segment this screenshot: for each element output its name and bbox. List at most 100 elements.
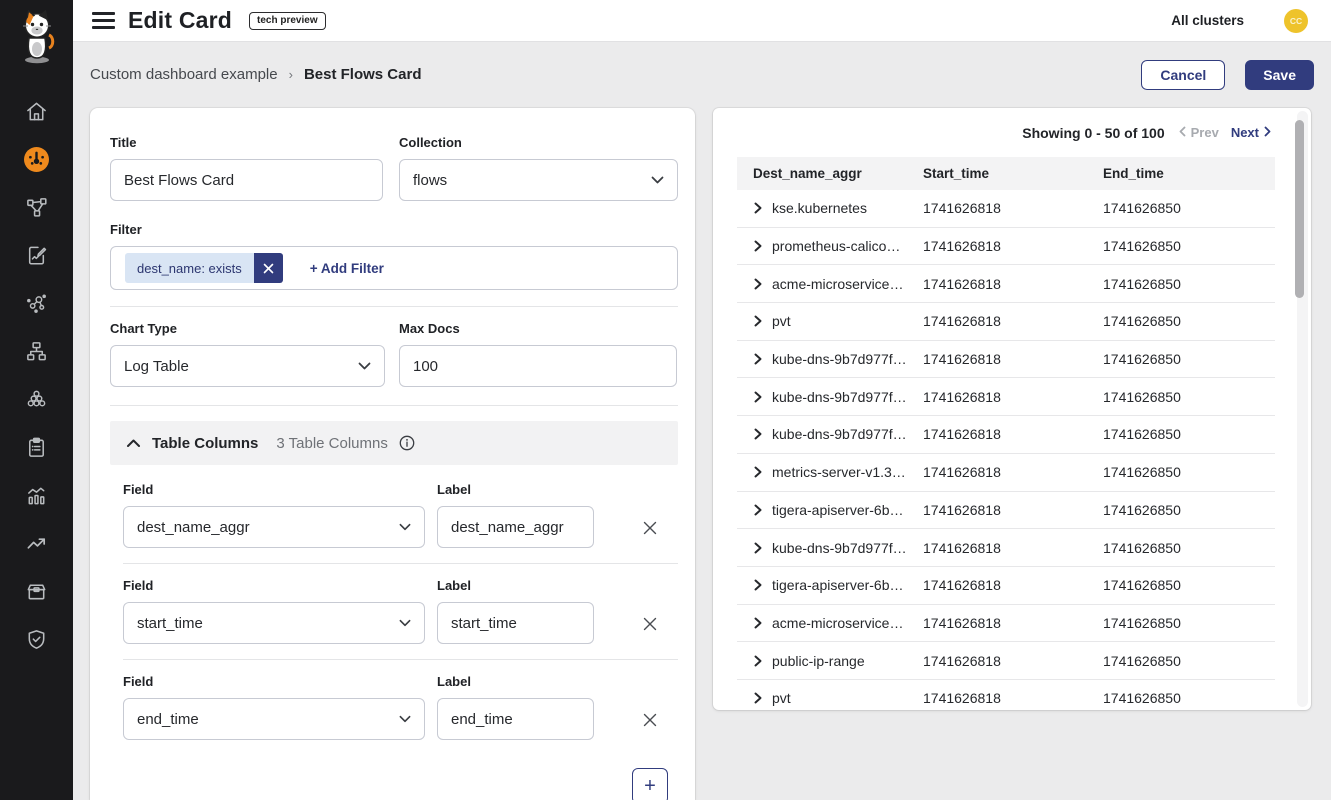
table-columns-section-header[interactable]: Table Columns 3 Table Columns	[110, 421, 678, 465]
start-time-cell: 1741626818	[923, 389, 1095, 405]
add-column-button[interactable]: +	[632, 768, 668, 800]
start-time-cell: 1741626818	[923, 653, 1095, 669]
sidebar-item-security[interactable]	[0, 615, 73, 663]
end-time-cell: 1741626850	[1095, 276, 1275, 292]
service-graph-icon	[25, 196, 48, 219]
cancel-button[interactable]: Cancel	[1141, 60, 1225, 90]
field-select[interactable]: dest_name_aggr	[123, 506, 425, 548]
avatar[interactable]: CC	[1284, 9, 1308, 33]
expand-chevron-right-icon[interactable]	[754, 655, 762, 667]
end-time-cell: 1741626850	[1095, 615, 1275, 631]
field-label: Field	[123, 578, 425, 593]
table-row[interactable]: kube-dns-9b7d977f… 1741626818 1741626850	[737, 416, 1275, 454]
sidebar-item-sitemap[interactable]	[0, 327, 73, 375]
max-docs-input[interactable]	[399, 345, 677, 387]
dest-name-cell: kube-dns-9b7d977f…	[772, 389, 907, 405]
policy-edit-icon	[25, 244, 48, 267]
sidebar-item-dashboards[interactable]	[0, 135, 73, 183]
table-row[interactable]: acme-microservice… 1741626818 1741626850	[737, 605, 1275, 643]
table-row[interactable]: acme-microservice… 1741626818 1741626850	[737, 265, 1275, 303]
expand-chevron-right-icon[interactable]	[754, 542, 762, 554]
shield-check-icon	[25, 628, 48, 651]
expand-chevron-right-icon[interactable]	[754, 692, 762, 704]
expand-chevron-right-icon[interactable]	[754, 202, 762, 214]
expand-chevron-right-icon[interactable]	[754, 315, 762, 327]
expand-chevron-right-icon[interactable]	[754, 428, 762, 440]
expand-chevron-right-icon[interactable]	[754, 579, 762, 591]
sidebar-item-flow-graph[interactable]	[0, 279, 73, 327]
remove-column-button[interactable]	[642, 520, 658, 536]
scrollbar-thumb[interactable]	[1295, 120, 1304, 298]
chart-type-select[interactable]: Log Table	[110, 345, 385, 387]
bar-chart-icon	[25, 484, 48, 507]
end-time-cell: 1741626850	[1095, 502, 1275, 518]
dest-name-cell: acme-microservice…	[772, 615, 903, 631]
table-row[interactable]: pvt 1741626818 1741626850	[737, 303, 1275, 341]
dest-name-cell: acme-microservice…	[772, 276, 903, 292]
next-page-button[interactable]: Next	[1231, 125, 1271, 140]
chevron-down-icon	[651, 176, 664, 184]
table-row[interactable]: public-ip-range 1741626818 1741626850	[737, 642, 1275, 680]
topbar: Edit Card tech preview All clusters CC	[73, 0, 1331, 42]
collapse-chevron-up-icon[interactable]	[126, 438, 141, 448]
expand-chevron-right-icon[interactable]	[754, 466, 762, 478]
add-filter-link[interactable]: + Add Filter	[310, 261, 384, 276]
table-row[interactable]: kube-dns-9b7d977f… 1741626818 1741626850	[737, 341, 1275, 379]
column-label-input[interactable]	[437, 602, 594, 644]
expand-chevron-right-icon[interactable]	[754, 504, 762, 516]
table-row[interactable]: tigera-apiserver-6b… 1741626818 17416268…	[737, 567, 1275, 605]
remove-column-button[interactable]	[642, 712, 658, 728]
trending-arrow-icon	[25, 532, 48, 555]
save-button[interactable]: Save	[1245, 60, 1314, 90]
remove-filter-button[interactable]	[254, 253, 283, 283]
column-label-input[interactable]	[437, 506, 594, 548]
prev-page-button[interactable]: Prev	[1179, 125, 1219, 140]
expand-chevron-right-icon[interactable]	[754, 353, 762, 365]
breadcrumb-current: Best Flows Card	[304, 66, 422, 83]
title-input[interactable]	[110, 159, 383, 201]
sidebar-item-service-graph[interactable]	[0, 183, 73, 231]
package-box-icon	[25, 580, 48, 603]
dest-name-cell: metrics-server-v1.3…	[772, 464, 906, 480]
expand-chevron-right-icon[interactable]	[754, 391, 762, 403]
table-columns-list: Field dest_name_aggr Label Field	[110, 482, 678, 800]
sitemap-icon	[25, 340, 48, 363]
breadcrumb: Custom dashboard example › Best Flows Ca…	[90, 59, 1314, 90]
start-time-cell: 1741626818	[923, 464, 1095, 480]
expand-chevron-right-icon[interactable]	[754, 617, 762, 629]
sidebar-item-threats[interactable]	[0, 519, 73, 567]
molecule-graph-icon	[25, 292, 48, 315]
divider	[110, 306, 678, 307]
field-select[interactable]: end_time	[123, 698, 425, 740]
sidebar-item-policies[interactable]	[0, 231, 73, 279]
scrollbar-track	[1297, 111, 1308, 707]
table-row[interactable]: tigera-apiserver-6b… 1741626818 17416268…	[737, 492, 1275, 530]
sidebar-item-compliance[interactable]	[0, 423, 73, 471]
table-row[interactable]: kube-dns-9b7d977f… 1741626818 1741626850	[737, 378, 1275, 416]
end-time-cell: 1741626850	[1095, 351, 1275, 367]
field-label: Field	[123, 482, 425, 497]
sidebar-item-clusters[interactable]	[0, 375, 73, 423]
dashboard-gauge-icon	[23, 146, 50, 173]
expand-chevron-right-icon[interactable]	[754, 278, 762, 290]
calico-cat-logo[interactable]	[15, 8, 59, 71]
sidebar-item-packages[interactable]	[0, 567, 73, 615]
chevron-left-icon	[1179, 125, 1186, 140]
field-select[interactable]: start_time	[123, 602, 425, 644]
sidebar-item-home[interactable]	[0, 87, 73, 135]
table-row[interactable]: kube-dns-9b7d977f… 1741626818 1741626850	[737, 529, 1275, 567]
collection-select[interactable]: flows	[399, 159, 678, 201]
table-row[interactable]: kse.kubernetes 1741626818 1741626850	[737, 190, 1275, 228]
remove-column-button[interactable]	[642, 616, 658, 632]
expand-chevron-right-icon[interactable]	[754, 240, 762, 252]
breadcrumb-parent-link[interactable]: Custom dashboard example	[90, 66, 278, 83]
start-time-cell: 1741626818	[923, 238, 1095, 254]
table-row[interactable]: pvt 1741626818 1741626850	[737, 680, 1275, 710]
cluster-selector[interactable]: All clusters	[1171, 13, 1244, 28]
column-label-input[interactable]	[437, 698, 594, 740]
info-icon[interactable]	[399, 435, 415, 451]
sidebar-item-logs[interactable]	[0, 471, 73, 519]
table-row[interactable]: prometheus-calico… 1741626818 1741626850	[737, 228, 1275, 266]
hamburger-menu-icon[interactable]	[92, 12, 115, 29]
table-row[interactable]: metrics-server-v1.3… 1741626818 17416268…	[737, 454, 1275, 492]
